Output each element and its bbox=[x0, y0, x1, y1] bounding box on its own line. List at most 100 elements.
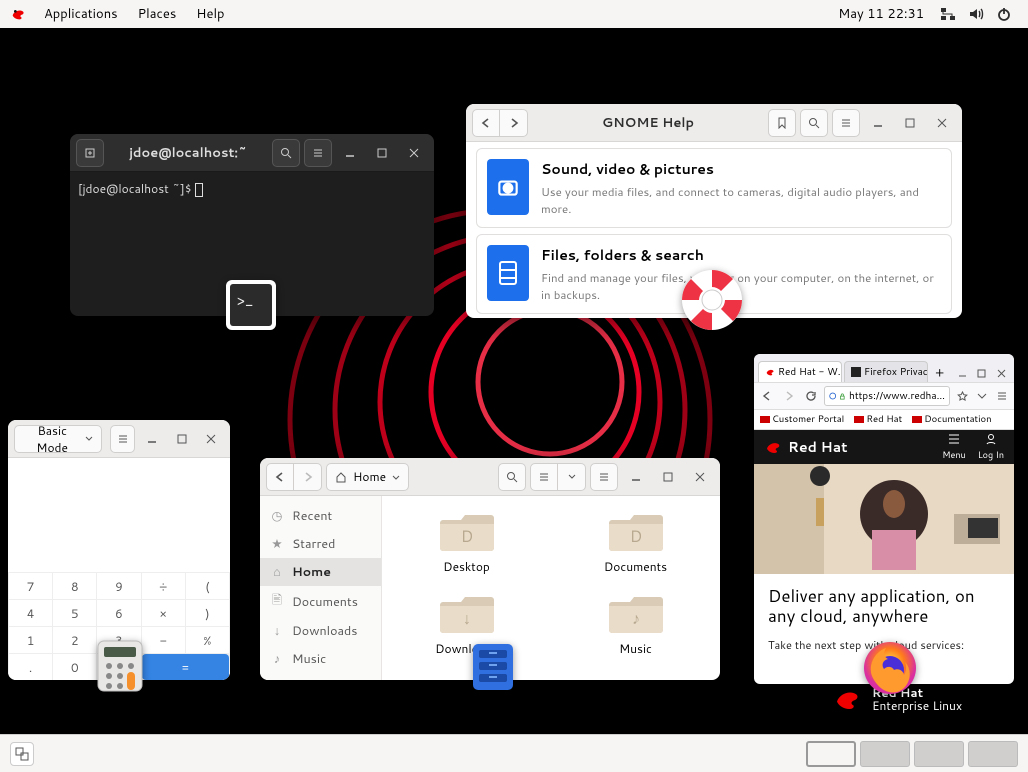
menu-applications[interactable]: Applications bbox=[34, 1, 128, 27]
workspace-1[interactable] bbox=[806, 741, 856, 767]
calculator-window[interactable]: Basic Mode 789÷(456×) 123−%.0+= bbox=[8, 420, 230, 680]
files-menu-button[interactable] bbox=[590, 463, 618, 491]
terminal-close-button[interactable] bbox=[400, 139, 428, 167]
workspace-2[interactable] bbox=[860, 741, 910, 767]
terminal-maximize-button[interactable] bbox=[368, 139, 396, 167]
calc-key-÷[interactable]: ÷ bbox=[142, 573, 185, 599]
files-forward-button[interactable] bbox=[294, 463, 322, 491]
firefox-minimize-button[interactable] bbox=[953, 364, 971, 382]
help-maximize-button[interactable] bbox=[896, 109, 924, 137]
calc-key-)[interactable]: ) bbox=[186, 600, 229, 626]
help-topic-sound[interactable]: Sound, video & picturesUse your media fi… bbox=[476, 148, 952, 228]
volume-icon[interactable] bbox=[962, 2, 990, 26]
files-close-button[interactable] bbox=[686, 463, 714, 491]
bookmark-redhat[interactable]: Red Hat bbox=[854, 413, 902, 426]
calc-key-−[interactable]: − bbox=[142, 627, 185, 653]
help-search-button[interactable] bbox=[800, 109, 828, 137]
files-minimize-button[interactable] bbox=[622, 463, 650, 491]
terminal-new-tab-button[interactable] bbox=[76, 139, 104, 167]
firefox-window[interactable]: Red Hat - W…× Firefox Privac… + https://… bbox=[754, 354, 1014, 684]
calc-menu-button[interactable] bbox=[110, 425, 136, 453]
calc-key-3[interactable]: 3 bbox=[97, 627, 140, 653]
menu-help[interactable]: Help bbox=[186, 1, 234, 27]
sidebar-item-downloads[interactable]: ↓Downloads bbox=[260, 617, 381, 645]
help-topic-files[interactable]: Files, folders & searchFind and manage y… bbox=[476, 234, 952, 314]
firefox-url-field[interactable]: https://www.redha… bbox=[824, 386, 950, 406]
sidebar-item-home[interactable]: ⌂Home bbox=[260, 558, 381, 586]
firefox-maximize-button[interactable] bbox=[973, 364, 991, 382]
folder-music[interactable]: ♪Music bbox=[571, 592, 700, 666]
terminal-menu-button[interactable] bbox=[304, 139, 332, 167]
folder-downloads[interactable]: ↓Downloads bbox=[402, 592, 531, 666]
files-breadcrumb[interactable]: Home bbox=[326, 463, 409, 491]
sidebar-item-starred[interactable]: ★Starred bbox=[260, 530, 381, 558]
terminal-minimize-button[interactable] bbox=[336, 139, 364, 167]
calc-key-6[interactable]: 6 bbox=[97, 600, 140, 626]
calc-key-5[interactable]: 5 bbox=[53, 600, 96, 626]
firefox-new-tab-button[interactable]: + bbox=[930, 362, 949, 382]
firefox-reload-button[interactable] bbox=[802, 387, 820, 405]
files-search-button[interactable] bbox=[498, 463, 526, 491]
bookmark-docs[interactable]: Documentation bbox=[912, 413, 991, 426]
page-login-button[interactable]: Log In bbox=[978, 433, 1004, 461]
firefox-forward-button[interactable] bbox=[780, 387, 798, 405]
help-close-button[interactable] bbox=[928, 109, 956, 137]
firefox-tab-0[interactable]: Red Hat - W…× bbox=[758, 361, 842, 382]
files-back-button[interactable] bbox=[266, 463, 294, 491]
power-icon[interactable] bbox=[990, 2, 1018, 26]
terminal-window[interactable]: jdoe@localhost:~ [jdoe@localhost ~]$ bbox=[70, 134, 434, 316]
help-window[interactable]: GNOME Help Sound, video & picturesUse yo… bbox=[466, 104, 962, 318]
calc-key-%[interactable]: % bbox=[186, 627, 229, 653]
calc-minimize-button[interactable] bbox=[139, 425, 165, 453]
sidebar-item-recent[interactable]: ◷Recent bbox=[260, 502, 381, 530]
calc-key-2[interactable]: 2 bbox=[53, 627, 96, 653]
menu-places[interactable]: Places bbox=[128, 1, 187, 27]
calc-close-button[interactable] bbox=[198, 425, 224, 453]
hero-image bbox=[754, 464, 1014, 574]
files-maximize-button[interactable] bbox=[654, 463, 682, 491]
firefox-menu-button[interactable] bbox=[994, 388, 1010, 404]
calc-key-0[interactable]: 0 bbox=[53, 654, 96, 680]
help-menu-button[interactable] bbox=[832, 109, 860, 137]
svg-text:↓: ↓ bbox=[463, 607, 471, 630]
calc-key-1[interactable]: 1 bbox=[9, 627, 52, 653]
calc-key-7[interactable]: 7 bbox=[9, 573, 52, 599]
help-bookmark-button[interactable] bbox=[768, 109, 796, 137]
firefox-overflow-button[interactable] bbox=[974, 388, 990, 404]
folder-desktop[interactable]: DDesktop bbox=[402, 510, 531, 584]
terminal-content[interactable]: [jdoe@localhost ~]$ bbox=[70, 172, 434, 205]
sidebar-item-documents[interactable]: 🖹Documents bbox=[260, 586, 381, 617]
page-menu-button[interactable]: Menu bbox=[942, 433, 965, 461]
sidebar-item-pictures[interactable]: ◫Pictures bbox=[260, 673, 381, 680]
calc-maximize-button[interactable] bbox=[169, 425, 195, 453]
workspace-4[interactable] bbox=[968, 741, 1018, 767]
files-window[interactable]: Home ◷Recent★Starred⌂Home🖹Documents↓Down… bbox=[260, 458, 720, 680]
firefox-close-button[interactable] bbox=[992, 364, 1010, 382]
help-back-button[interactable] bbox=[472, 109, 500, 137]
bookmark-customer-portal[interactable]: Customer Portal bbox=[760, 413, 844, 426]
help-minimize-button[interactable] bbox=[864, 109, 892, 137]
files-view-toggle[interactable] bbox=[530, 463, 558, 491]
terminal-title: jdoe@localhost:~ bbox=[108, 144, 268, 162]
calc-key-×[interactable]: × bbox=[142, 600, 185, 626]
terminal-search-button[interactable] bbox=[272, 139, 300, 167]
calc-key-4[interactable]: 4 bbox=[9, 600, 52, 626]
calc-key-8[interactable]: 8 bbox=[53, 573, 96, 599]
sidebar-item-music[interactable]: ♪Music bbox=[260, 645, 381, 673]
calc-mode-button[interactable]: Basic Mode bbox=[14, 425, 102, 453]
calc-key-+[interactable]: + bbox=[97, 654, 140, 680]
clock[interactable]: May 11 22:31 bbox=[828, 1, 934, 27]
firefox-tab-1[interactable]: Firefox Privac… bbox=[844, 361, 928, 382]
firefox-back-button[interactable] bbox=[758, 387, 776, 405]
files-view-dropdown[interactable] bbox=[558, 463, 586, 491]
calc-key-=[interactable]: = bbox=[142, 654, 229, 680]
help-forward-button[interactable] bbox=[500, 109, 528, 137]
calc-key-([interactable]: ( bbox=[186, 573, 229, 599]
firefox-star-button[interactable] bbox=[954, 388, 970, 404]
network-icon[interactable] bbox=[934, 2, 962, 26]
workspace-3[interactable] bbox=[914, 741, 964, 767]
overview-button[interactable] bbox=[10, 742, 34, 766]
calc-key-.[interactable]: . bbox=[9, 654, 52, 680]
folder-documents[interactable]: DDocuments bbox=[571, 510, 700, 584]
calc-key-9[interactable]: 9 bbox=[97, 573, 140, 599]
